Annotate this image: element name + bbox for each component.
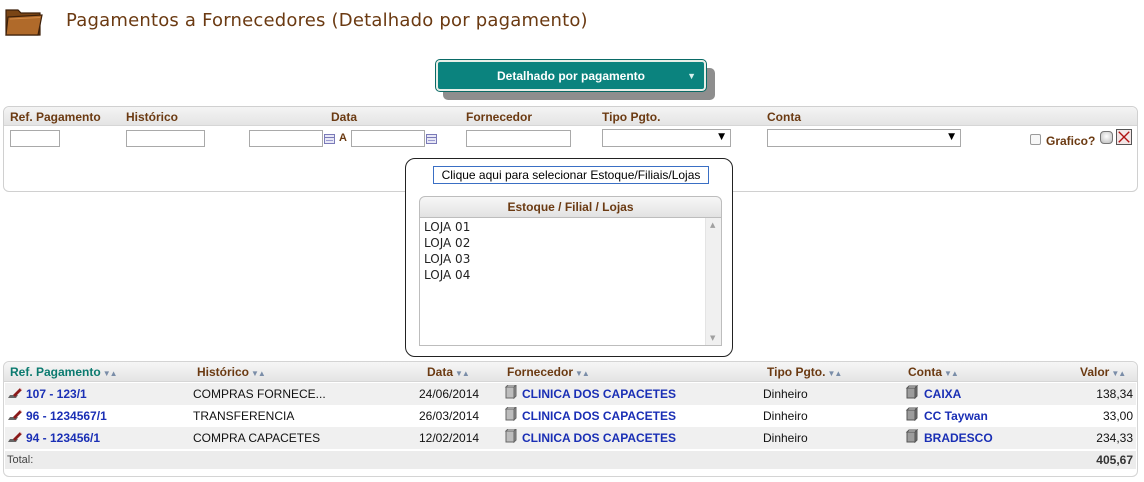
- column-header-ref[interactable]: Ref. Pagamento ▼▲: [10, 365, 118, 379]
- ref-pagamento-input[interactable]: [10, 130, 60, 147]
- sort-icon[interactable]: ▼▲: [1111, 369, 1126, 378]
- view-mode-value: Detalhado por pagamento: [496, 68, 645, 83]
- column-header-historico[interactable]: Histórico ▼▲: [197, 365, 266, 379]
- sort-icon[interactable]: ▼▲: [103, 369, 118, 378]
- column-header-tipo[interactable]: Tipo Pgto. ▼▲: [767, 365, 842, 379]
- sort-icon[interactable]: ▼▲: [575, 369, 590, 378]
- listbox-scrollbar[interactable]: ▲ ▼: [705, 218, 721, 345]
- estoque-items: LOJA 01 LOJA 02 LOJA 03 LOJA 04: [424, 219, 470, 283]
- table-header: Ref. Pagamento ▼▲ Histórico ▼▲ Data ▼▲ Forn…: [4, 362, 1137, 382]
- calendar-icon[interactable]: [324, 134, 335, 144]
- supplier-box-icon: [504, 407, 517, 421]
- fornecedor-link[interactable]: CLINICA DOS CAPACETES: [522, 387, 676, 401]
- fornecedor-link[interactable]: CLINICA DOS CAPACETES: [522, 431, 676, 445]
- edit-payment-icon[interactable]: [7, 386, 23, 400]
- grafico-checkbox[interactable]: [1030, 134, 1041, 145]
- data-cell: 12/02/2014: [419, 431, 480, 445]
- column-header-label: Histórico: [197, 365, 250, 379]
- payment-ref-link[interactable]: 94 - 123456/1: [26, 431, 100, 445]
- data-cell: 26/03/2014: [419, 409, 480, 423]
- total-row: Total: 405,67: [5, 451, 1136, 469]
- folder-icon: [5, 9, 43, 36]
- table-row: 94 - 123456/1 COMPRA CAPACETES 12/02/201…: [5, 427, 1136, 449]
- tipo-cell: Dinheiro: [763, 431, 808, 445]
- estoque-select-button[interactable]: Clique aqui para selecionar Estoque/Fili…: [433, 166, 709, 184]
- historico-cell: TRANSFERENCIA: [193, 409, 295, 423]
- clear-filter-icon[interactable]: [1116, 129, 1132, 145]
- column-header-valor[interactable]: Valor ▼▲: [1080, 365, 1126, 379]
- column-header-label: Data: [427, 365, 454, 379]
- estoque-selector: Clique aqui para selecionar Estoque/Fili…: [405, 158, 733, 357]
- column-header-label: Tipo Pgto.: [767, 365, 826, 379]
- conta-link[interactable]: BRADESCO: [924, 431, 993, 445]
- valor-cell: 138,34: [1096, 387, 1133, 401]
- column-header-label: Valor: [1080, 365, 1110, 379]
- tipo-cell: Dinheiro: [763, 387, 808, 401]
- account-box-icon: [905, 385, 919, 399]
- edit-payment-icon[interactable]: [7, 430, 23, 444]
- valor-cell: 234,33: [1096, 431, 1133, 445]
- account-box-icon: [905, 407, 919, 421]
- data-cell: 24/06/2014: [419, 387, 480, 401]
- column-header-label: Conta: [908, 365, 942, 379]
- table-row: 107 - 123/1 COMPRAS FORNECE... 24/06/201…: [5, 383, 1136, 405]
- supplier-box-icon: [504, 385, 517, 399]
- estoque-item[interactable]: LOJA 03: [424, 251, 470, 267]
- filter-label-tipo: Tipo Pgto.: [602, 110, 661, 124]
- scroll-up-icon[interactable]: ▲: [710, 221, 715, 229]
- total-value: 405,67: [1096, 453, 1133, 467]
- historico-input[interactable]: [126, 130, 205, 147]
- conta-link[interactable]: CC Taywan: [924, 409, 988, 423]
- column-header-label: Fornecedor: [507, 365, 574, 379]
- filter-label-conta: Conta: [767, 110, 801, 124]
- grafico-label: Grafico?: [1046, 134, 1096, 148]
- filter-header: Ref. Pagamento Histórico Data Fornecedor…: [4, 107, 1137, 126]
- estoque-item[interactable]: LOJA 02: [424, 235, 470, 251]
- date-separator: A: [339, 132, 347, 144]
- supplier-box-icon: [504, 429, 517, 443]
- valor-cell: 33,00: [1102, 409, 1133, 423]
- fornecedor-input[interactable]: [466, 130, 571, 147]
- calendar-icon[interactable]: [426, 134, 437, 144]
- data-from-input[interactable]: [249, 130, 323, 147]
- conta-link[interactable]: CAIXA: [924, 387, 961, 401]
- column-header-data[interactable]: Data ▼▲: [427, 365, 470, 379]
- fornecedor-link[interactable]: CLINICA DOS CAPACETES: [522, 409, 676, 423]
- table-row: 96 - 1234567/1 TRANSFERENCIA 26/03/2014 …: [5, 405, 1136, 427]
- historico-cell: COMPRAS FORNECE...: [193, 387, 326, 401]
- total-label: Total:: [7, 454, 34, 466]
- estoque-listbox[interactable]: LOJA 01 LOJA 02 LOJA 03 LOJA 04 ▲ ▼: [419, 218, 722, 346]
- conta-select[interactable]: ▼: [767, 129, 961, 147]
- scroll-down-icon[interactable]: ▼: [710, 334, 715, 342]
- chevron-down-icon: ▼: [718, 132, 725, 142]
- filter-label-historico: Histórico: [126, 110, 179, 124]
- results-table: Ref. Pagamento ▼▲ Histórico ▼▲ Data ▼▲ Forn…: [3, 361, 1138, 477]
- dropdown-arrow-icon: ▼: [687, 71, 696, 81]
- data-to-input[interactable]: [351, 130, 425, 147]
- sort-icon[interactable]: ▼▲: [455, 369, 470, 378]
- sort-icon[interactable]: ▼▲: [251, 369, 266, 378]
- estoque-item[interactable]: LOJA 04: [424, 267, 470, 283]
- tipo-pgto-select[interactable]: ▼: [602, 129, 731, 147]
- page-title: Pagamentos a Fornecedores (Detalhado por…: [66, 10, 588, 31]
- column-header-fornecedor[interactable]: Fornecedor ▼▲: [507, 365, 590, 379]
- column-header-conta[interactable]: Conta ▼▲: [908, 365, 959, 379]
- filter-label-data: Data: [331, 110, 358, 124]
- filter-label-fornecedor: Fornecedor: [466, 110, 533, 124]
- payment-ref-link[interactable]: 107 - 123/1: [26, 387, 87, 401]
- account-box-icon: [905, 429, 919, 443]
- view-mode-select[interactable]: Detalhado por pagamento ▼: [435, 59, 707, 92]
- estoque-item[interactable]: LOJA 01: [424, 219, 470, 235]
- estoque-header: Estoque / Filial / Lojas: [419, 196, 722, 218]
- column-header-label: Ref. Pagamento: [10, 365, 101, 379]
- historico-cell: COMPRA CAPACETES: [193, 431, 321, 445]
- sort-icon[interactable]: ▼▲: [827, 369, 842, 378]
- sort-icon[interactable]: ▼▲: [944, 369, 959, 378]
- tipo-cell: Dinheiro: [763, 409, 808, 423]
- filter-label-ref: Ref. Pagamento: [10, 110, 101, 124]
- edit-payment-icon[interactable]: [7, 408, 23, 422]
- payment-ref-link[interactable]: 96 - 1234567/1: [26, 409, 107, 423]
- search-button[interactable]: [1100, 131, 1113, 144]
- chevron-down-icon: ▼: [948, 132, 955, 142]
